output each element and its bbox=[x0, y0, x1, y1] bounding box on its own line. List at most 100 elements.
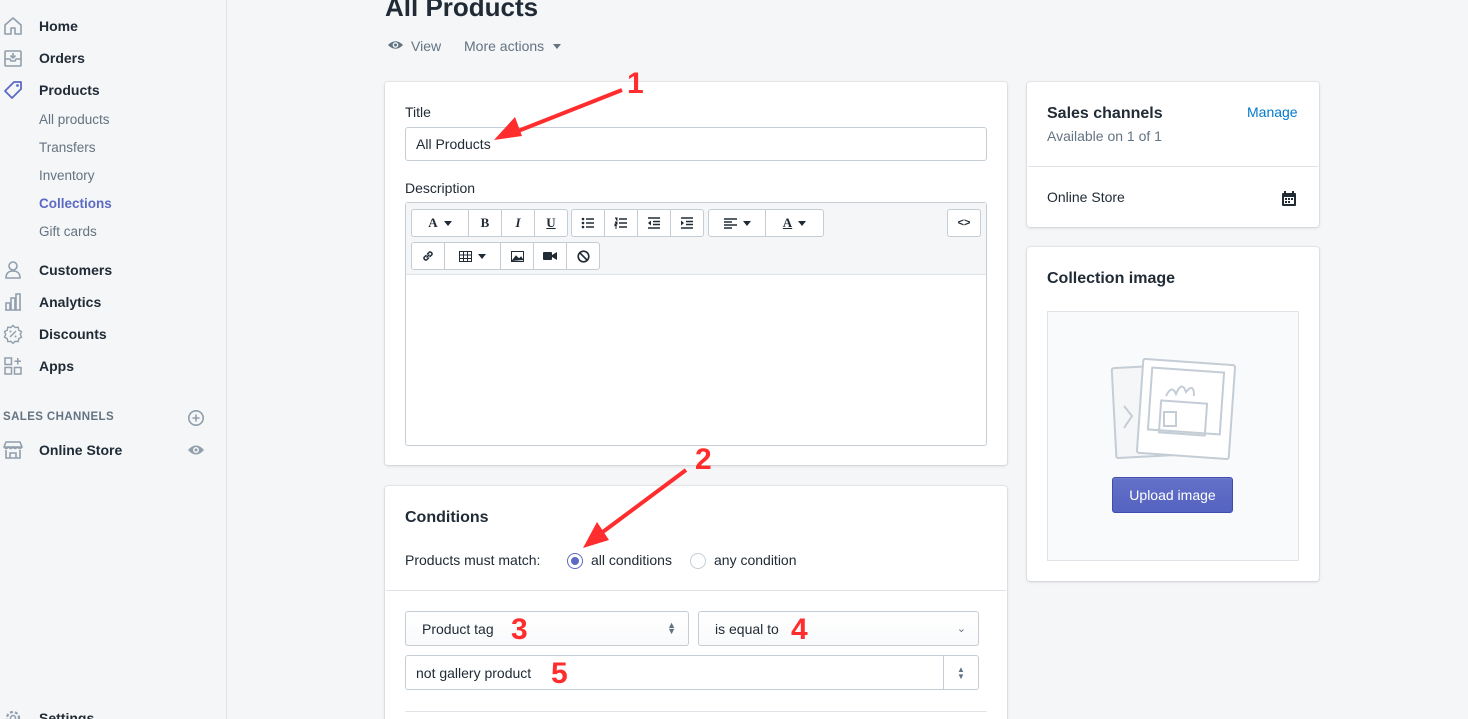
more-actions-label: More actions bbox=[464, 38, 545, 54]
sidebar-subitem-gift-cards[interactable]: Gift cards bbox=[39, 224, 97, 239]
discount-icon bbox=[2, 323, 24, 345]
sidebar-item-apps[interactable]: Apps bbox=[0, 352, 227, 380]
text-color-button[interactable]: A bbox=[766, 210, 823, 236]
view-action[interactable]: View bbox=[387, 38, 441, 54]
image-icon bbox=[510, 250, 524, 262]
sidebar-item-label: Discounts bbox=[39, 326, 107, 342]
title-label: Title bbox=[405, 104, 431, 120]
sidebar-item-label: Online Store bbox=[39, 442, 123, 458]
sidebar-item-analytics[interactable]: Analytics bbox=[0, 288, 227, 316]
sidebar-subitem-inventory[interactable]: Inventory bbox=[39, 168, 95, 183]
sales-channels-heading: SALES CHANNELS bbox=[3, 411, 115, 423]
description-label: Description bbox=[405, 180, 476, 196]
sidebar-subitem-collections[interactable]: Collections bbox=[39, 196, 112, 211]
eye-icon bbox=[387, 38, 404, 54]
sidebar-item-products[interactable]: Products bbox=[0, 76, 227, 104]
radio-all-conditions-label[interactable]: all conditions bbox=[591, 552, 672, 568]
annotation-marker-4: 4 bbox=[791, 613, 808, 646]
bold-button[interactable]: B bbox=[469, 210, 502, 236]
insert-video-button[interactable] bbox=[534, 243, 567, 269]
chevron-down-icon bbox=[798, 220, 807, 226]
sidebar-item-home[interactable]: Home bbox=[0, 12, 227, 40]
condition-operator-select[interactable]: is equal to ⌄ bbox=[698, 611, 979, 646]
condition-operator-value: is equal to bbox=[715, 620, 779, 637]
list-group bbox=[571, 209, 704, 237]
link-icon bbox=[423, 251, 433, 261]
sales-channels-divider bbox=[1028, 166, 1318, 167]
title-input-value: All Products bbox=[416, 136, 491, 152]
collection-image-heading: Collection image bbox=[1047, 270, 1176, 287]
font-style-label: A bbox=[428, 215, 438, 230]
text-color-label: A bbox=[782, 215, 793, 230]
page-title: All Products bbox=[385, 0, 539, 22]
sidebar-item-discounts[interactable]: Discounts bbox=[0, 320, 227, 348]
underline-label: U bbox=[546, 215, 556, 230]
bar-chart-icon bbox=[2, 291, 24, 313]
numbered-list-button[interactable] bbox=[605, 210, 638, 236]
person-icon bbox=[2, 259, 24, 281]
radio-any-condition[interactable] bbox=[690, 553, 706, 569]
tag-icon bbox=[2, 79, 24, 101]
insert-group bbox=[411, 242, 600, 270]
align-left-icon bbox=[723, 217, 737, 229]
sidebar-item-label: Settings bbox=[39, 710, 95, 719]
add-channel-icon[interactable] bbox=[187, 409, 205, 432]
sidebar-item-orders[interactable]: Orders bbox=[0, 44, 227, 72]
sidebar-subitem-all-products[interactable]: All products bbox=[39, 112, 110, 127]
orders-icon bbox=[2, 47, 24, 69]
sidebar-item-customers[interactable]: Customers bbox=[0, 256, 227, 284]
indent-button[interactable] bbox=[671, 210, 703, 236]
insert-image-button[interactable] bbox=[501, 243, 534, 269]
chevron-down-icon: ⌄ bbox=[956, 623, 966, 635]
sidebar-item-label: Customers bbox=[39, 262, 113, 278]
sidebar-item-settings[interactable]: Settings bbox=[0, 704, 227, 719]
align-button[interactable] bbox=[709, 210, 766, 236]
view-label: View bbox=[411, 38, 442, 54]
sidebar-item-label: Analytics bbox=[39, 294, 102, 310]
title-input[interactable]: All Products bbox=[405, 127, 987, 161]
align-color-group: A bbox=[708, 209, 824, 237]
description-textarea[interactable] bbox=[406, 275, 986, 445]
insert-table-button[interactable] bbox=[445, 243, 501, 269]
channel-name: Online Store bbox=[1047, 189, 1125, 205]
html-code-button[interactable]: <> bbox=[948, 210, 980, 236]
match-label: Products must match: bbox=[405, 552, 541, 568]
clear-icon bbox=[576, 249, 590, 263]
annotation-marker-3: 3 bbox=[511, 613, 528, 646]
annotation-marker-5: 5 bbox=[551, 657, 568, 690]
sidebar: Home Orders Products All products Transf… bbox=[0, 0, 227, 719]
italic-button[interactable]: I bbox=[502, 210, 535, 236]
annotation-marker-1: 1 bbox=[627, 67, 644, 100]
more-actions-button[interactable]: More actions bbox=[464, 38, 562, 54]
conditions-divider bbox=[386, 590, 1006, 591]
clear-formatting-button[interactable] bbox=[567, 243, 599, 269]
sidebar-subitem-transfers[interactable]: Transfers bbox=[39, 140, 96, 155]
description-editor: A B I U A <> bbox=[405, 202, 987, 446]
sales-channels-heading: Sales channels bbox=[1047, 105, 1163, 122]
bullet-list-button[interactable] bbox=[572, 210, 605, 236]
condition-value-input[interactable]: not gallery product ▲ ▼ bbox=[405, 655, 979, 690]
indent-icon bbox=[681, 217, 693, 229]
manage-channels-link[interactable]: Manage bbox=[1247, 104, 1298, 120]
sidebar-item-label: Products bbox=[39, 82, 100, 98]
radio-any-condition-label[interactable]: any condition bbox=[714, 552, 797, 568]
gear-icon bbox=[2, 707, 24, 719]
bold-label: B bbox=[480, 215, 490, 230]
outdent-icon bbox=[648, 217, 660, 229]
select-arrows-icon[interactable]: ▲ ▼ bbox=[943, 656, 978, 689]
underline-button[interactable]: U bbox=[535, 210, 567, 236]
insert-link-button[interactable] bbox=[412, 243, 445, 269]
outdent-button[interactable] bbox=[638, 210, 671, 236]
condition-row-divider bbox=[405, 711, 987, 712]
video-icon bbox=[543, 252, 557, 260]
code-group: <> bbox=[947, 209, 981, 237]
view-store-icon[interactable] bbox=[187, 442, 205, 463]
editor-toolbar: A B I U A <> bbox=[406, 203, 986, 275]
radio-all-conditions[interactable] bbox=[567, 553, 583, 569]
chevron-down-icon bbox=[553, 43, 562, 49]
calendar-icon[interactable] bbox=[1281, 190, 1297, 212]
font-style-button[interactable]: A bbox=[412, 210, 469, 236]
select-arrows-icon: ▲ ▼ bbox=[667, 620, 676, 636]
condition-field-select[interactable]: Product tag ▲ ▼ bbox=[405, 611, 689, 646]
upload-image-button[interactable]: Upload image bbox=[1112, 477, 1233, 513]
